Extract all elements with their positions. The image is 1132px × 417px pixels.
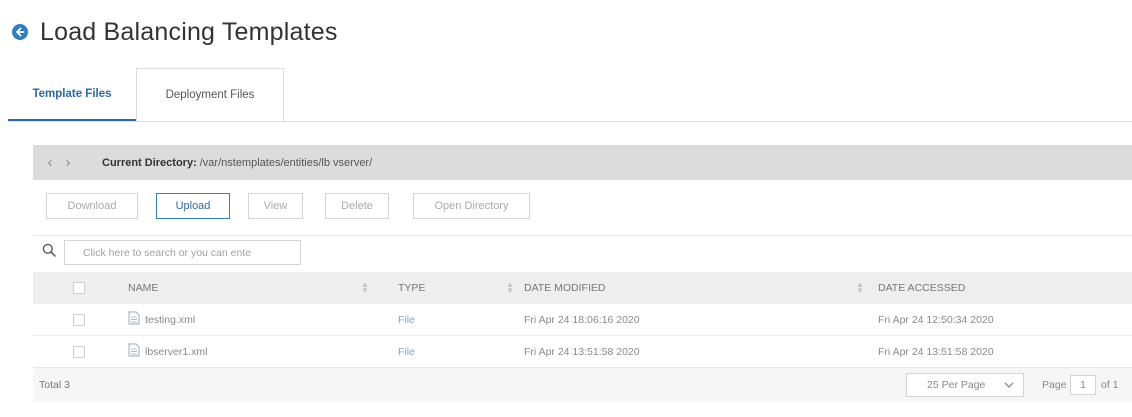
chevron-down-icon xyxy=(1004,382,1014,388)
search-input[interactable] xyxy=(64,240,301,265)
per-page-value: 25 Per Page xyxy=(927,379,986,391)
open-directory-button[interactable]: Open Directory xyxy=(413,193,530,219)
tab-template-files[interactable]: Template Files xyxy=(8,68,136,121)
table-row[interactable]: lbserver1.xml File Fri Apr 24 13:51:58 2… xyxy=(33,336,1132,368)
search-row xyxy=(33,235,1132,272)
column-header-type[interactable]: TYPE xyxy=(398,272,425,304)
sort-icon[interactable]: ▲ ▼ xyxy=(856,281,864,295)
date-accessed: Fri Apr 24 12:50:34 2020 xyxy=(878,313,994,326)
column-header-date-accessed[interactable]: DATE ACCESSED xyxy=(878,272,965,304)
table-row[interactable]: testing.xml File Fri Apr 24 18:06:16 202… xyxy=(33,304,1132,336)
page-number-input[interactable] xyxy=(1070,375,1096,395)
date-modified: Fri Apr 24 18:06:16 2020 xyxy=(524,313,640,326)
file-name-cell: testing.xml xyxy=(128,304,195,335)
back-arrow-circle-icon[interactable] xyxy=(12,24,28,40)
toolbar: Download Upload View Delete Open Directo… xyxy=(33,180,1132,236)
file-name-cell: lbserver1.xml xyxy=(128,336,207,367)
row-checkbox[interactable] xyxy=(73,345,85,358)
file-name: lbserver1.xml xyxy=(145,345,208,358)
delete-button[interactable]: Delete xyxy=(325,193,389,219)
tab-bar: Template Files Deployment Files xyxy=(8,68,1132,122)
chevron-left-icon[interactable]: ‹ xyxy=(42,154,58,171)
sort-icon[interactable]: ▲ ▼ xyxy=(506,281,514,295)
download-button[interactable]: Download xyxy=(46,193,138,219)
file-icon xyxy=(128,311,140,328)
date-modified: Fri Apr 24 13:51:58 2020 xyxy=(524,345,640,358)
upload-button[interactable]: Upload xyxy=(156,193,230,219)
current-directory-label: Current Directory: xyxy=(102,156,197,169)
page-total: of 1 xyxy=(1101,379,1119,391)
table-header: NAME ▲ ▼ TYPE ▲ ▼ DATE MODIFIED ▲ ▼ DATE AC… xyxy=(33,272,1132,304)
file-icon xyxy=(128,343,140,360)
current-directory-path: /var/nstemplates/entities/lb vserver/ xyxy=(199,156,373,169)
search-icon xyxy=(42,243,56,262)
per-page-select[interactable]: 25 Per Page xyxy=(906,373,1024,397)
view-button[interactable]: View xyxy=(248,193,303,219)
file-type: File xyxy=(398,345,415,358)
page-header: Load Balancing Templates xyxy=(12,14,338,50)
file-type: File xyxy=(398,313,415,326)
row-checkbox[interactable] xyxy=(73,313,85,326)
sort-icon[interactable]: ▲ ▼ xyxy=(361,281,369,295)
tab-deployment-files[interactable]: Deployment Files xyxy=(136,68,284,121)
page-title: Load Balancing Templates xyxy=(40,17,338,46)
chevron-right-icon[interactable]: › xyxy=(60,154,76,171)
date-accessed: Fri Apr 24 13:51:58 2020 xyxy=(878,345,994,358)
file-name: testing.xml xyxy=(145,313,196,326)
table-footer: Total 3 25 Per Page Page of 1 xyxy=(33,367,1132,402)
total-count: Total 3 xyxy=(39,379,70,391)
column-header-name[interactable]: NAME xyxy=(128,272,158,304)
column-header-date-modified[interactable]: DATE MODIFIED xyxy=(524,272,605,304)
select-all-checkbox[interactable] xyxy=(73,282,85,294)
page-label: Page xyxy=(1042,379,1067,391)
directory-bar: ‹ › Current Directory: /var/nstemplates/… xyxy=(33,145,1132,180)
file-browser-panel: ‹ › Current Directory: /var/nstemplates/… xyxy=(33,145,1132,415)
